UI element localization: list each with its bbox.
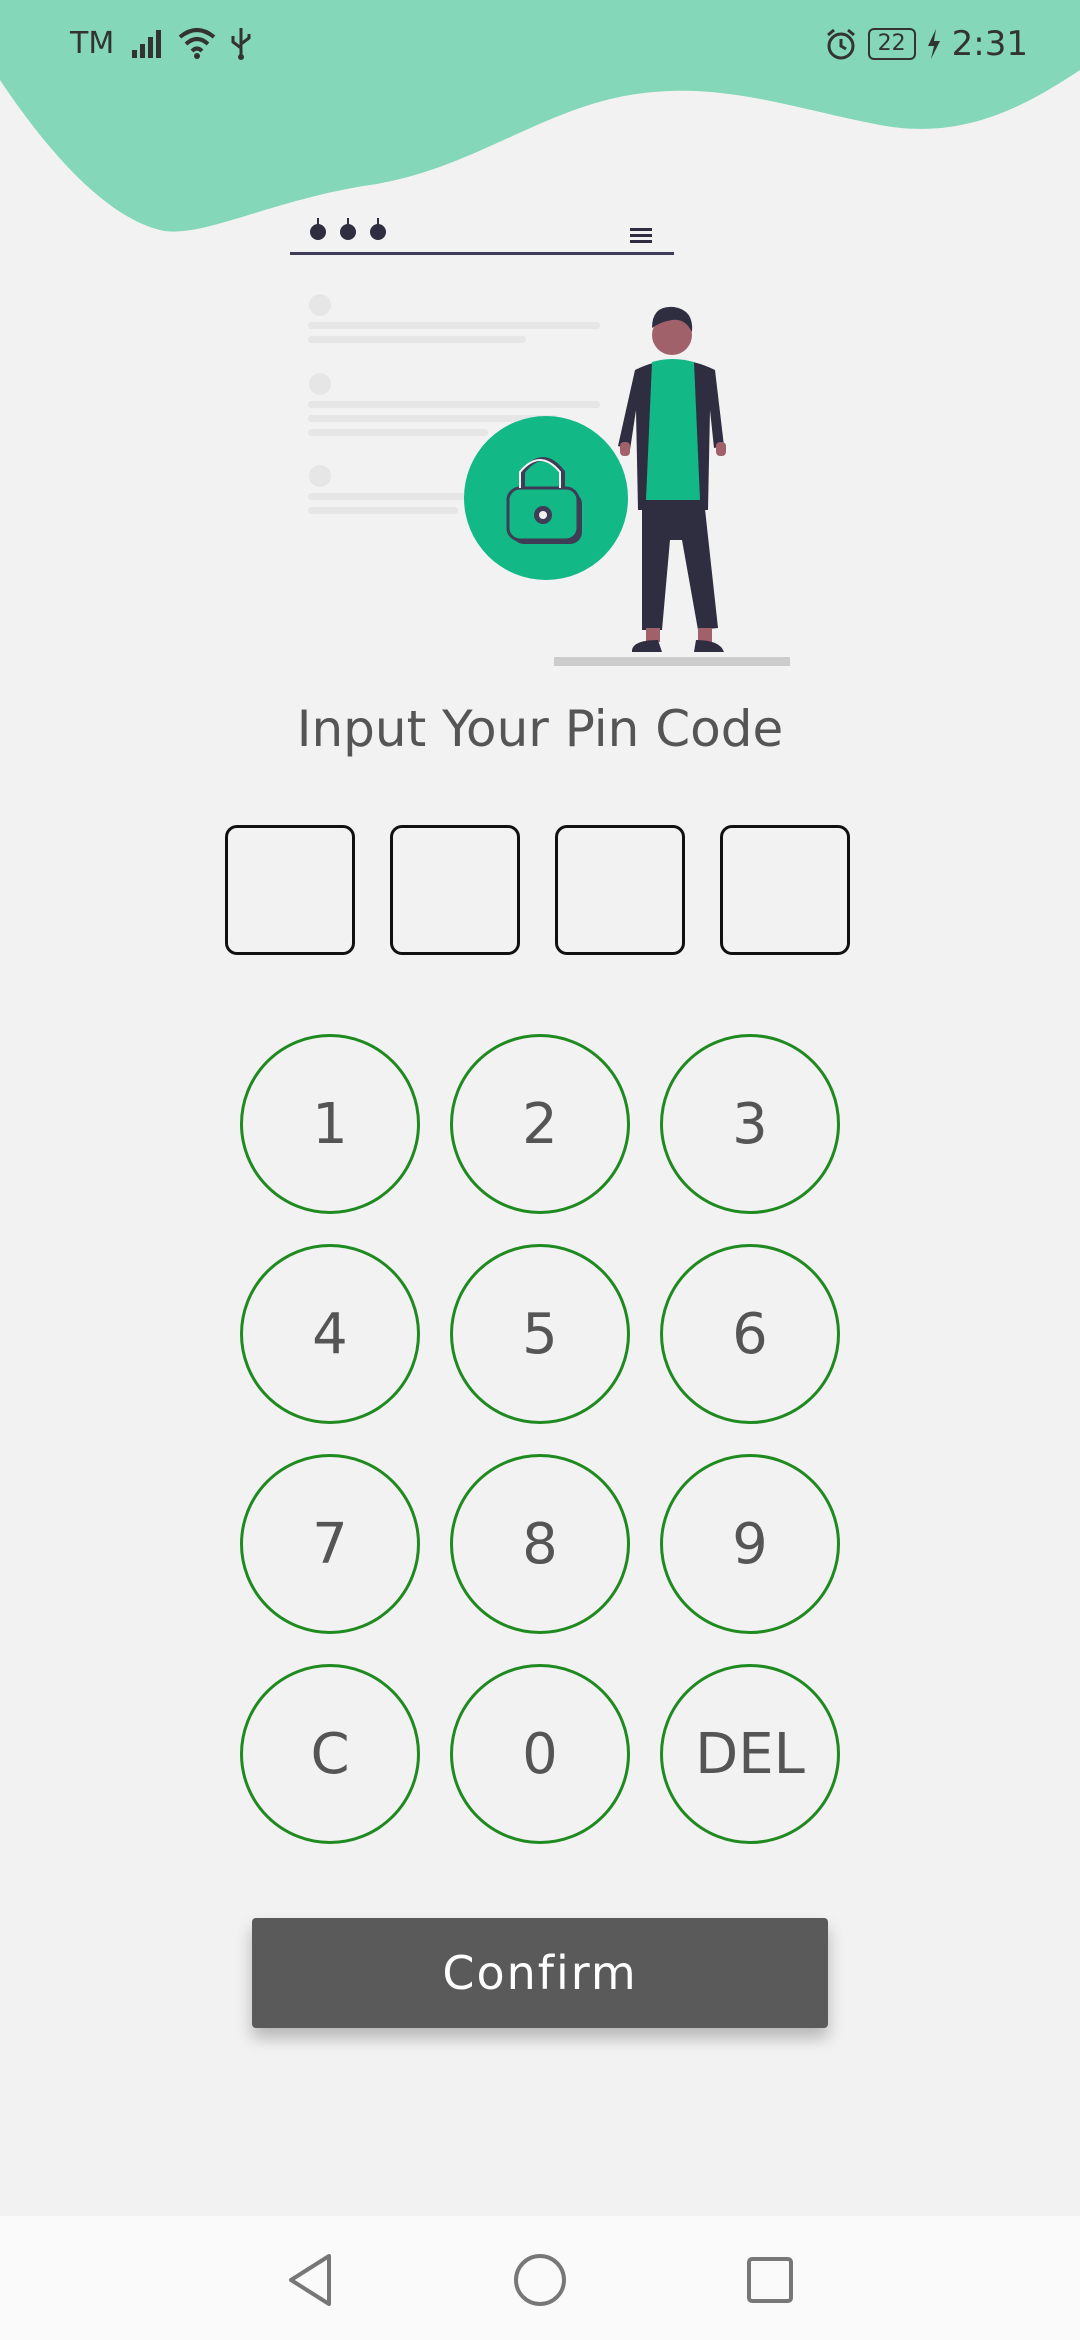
charging-icon <box>927 29 940 59</box>
signal-icon <box>132 30 161 58</box>
recents-icon[interactable] <box>740 2250 800 2310</box>
home-icon[interactable] <box>510 2250 570 2310</box>
pin-digit-3 <box>555 825 685 955</box>
carrier-label: TM <box>70 26 115 61</box>
page-title: Input Your Pin Code <box>296 700 784 758</box>
confirm-button[interactable]: Confirm <box>252 1918 828 2028</box>
pin-digit-1 <box>225 825 355 955</box>
key-5[interactable]: 5 <box>450 1244 630 1424</box>
key-0[interactable]: 0 <box>450 1664 630 1844</box>
security-illustration <box>290 218 790 666</box>
key-8[interactable]: 8 <box>450 1454 630 1634</box>
pin-digit-4 <box>720 825 850 955</box>
key-3[interactable]: 3 <box>660 1034 840 1214</box>
system-nav-bar <box>0 2216 1080 2340</box>
status-bar: TM 22 2:31 <box>0 0 1080 92</box>
wifi-icon <box>178 28 216 59</box>
battery-icon: 22 <box>867 28 916 60</box>
back-icon[interactable] <box>280 2250 340 2310</box>
alarm-icon <box>826 28 855 60</box>
key-2[interactable]: 2 <box>450 1034 630 1214</box>
key-clear[interactable]: C <box>240 1664 420 1844</box>
key-1[interactable]: 1 <box>240 1034 420 1214</box>
key-6[interactable]: 6 <box>660 1244 840 1424</box>
usb-icon <box>231 28 251 60</box>
key-delete[interactable]: DEL <box>660 1664 840 1844</box>
clock: 2:31 <box>951 24 1028 64</box>
key-4[interactable]: 4 <box>240 1244 420 1424</box>
key-9[interactable]: 9 <box>660 1454 840 1634</box>
key-7[interactable]: 7 <box>240 1454 420 1634</box>
pin-digit-2 <box>390 825 520 955</box>
